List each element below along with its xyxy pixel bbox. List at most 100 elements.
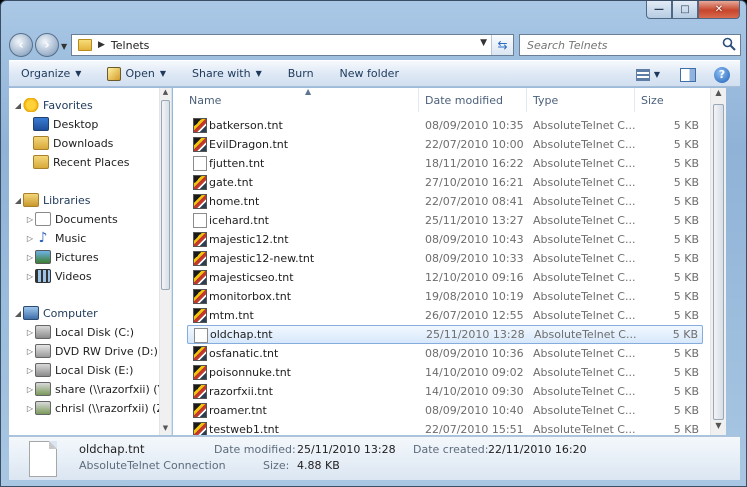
nav-dvd-drive[interactable]: ▷ DVD RW Drive (D:) Th: [25, 342, 171, 360]
expand-icon[interactable]: ◢: [13, 196, 23, 205]
nav-local-disk-c[interactable]: ▷ Local Disk (C:): [25, 323, 134, 341]
address-dropdown-icon[interactable]: ▼: [480, 38, 487, 48]
search-input[interactable]: [525, 36, 705, 54]
search-icon[interactable]: [722, 37, 736, 51]
view-options-dropdown-icon[interactable]: ▼: [654, 70, 660, 79]
nav-computer[interactable]: ◢ Computer: [13, 304, 98, 322]
file-row[interactable]: batkerson.tnt 08/09/2010 10:35 AbsoluteTel…: [187, 116, 703, 135]
expand-icon[interactable]: ▷: [25, 272, 35, 281]
telnet-file-icon: [193, 232, 207, 247]
file-type: AbsoluteTelnet C...: [533, 233, 636, 246]
nav-scrollbar-thumb[interactable]: [161, 100, 170, 290]
scroll-down-icon[interactable]: ▼: [711, 421, 726, 435]
column-type-label: Type: [533, 93, 559, 107]
nav-favorites[interactable]: ◢ Favorites: [13, 96, 93, 114]
minimize-button[interactable]: —: [646, 1, 672, 19]
expand-icon[interactable]: ▷: [25, 253, 35, 262]
address-bar[interactable]: ▶ Telnets ▼ ⇆: [71, 34, 514, 56]
nav-computer-label: Computer: [43, 306, 98, 320]
expand-icon[interactable]: ▷: [25, 215, 35, 224]
close-button[interactable]: ✕: [698, 1, 740, 19]
file-type: AbsoluteTelnet C...: [533, 423, 636, 435]
open-button[interactable]: Open ▼: [107, 66, 166, 81]
expand-icon[interactable]: ▷: [25, 385, 35, 394]
nav-pictures-label: Pictures: [55, 250, 99, 264]
expand-icon[interactable]: ▷: [25, 366, 35, 375]
file-row[interactable]: osfanatic.tnt 08/09/2010 10:36 AbsoluteTel…: [187, 344, 703, 363]
search-box[interactable]: [519, 34, 741, 56]
file-thumbnail-icon: [29, 441, 57, 477]
refresh-button[interactable]: ⇆: [491, 35, 513, 55]
organize-button[interactable]: Organize ▼: [21, 67, 81, 80]
change-view-icon[interactable]: [635, 68, 650, 81]
file-date-modified: 26/07/2010 12:55: [425, 309, 524, 322]
file-row[interactable]: testweb1.tnt 22/07/2010 15:51 AbsoluteTeln…: [187, 420, 703, 435]
nav-music[interactable]: ▷ ♪ Music: [25, 229, 86, 247]
breadcrumb-separator-icon[interactable]: ▶: [98, 40, 105, 50]
forward-button[interactable]: ›: [35, 33, 59, 57]
file-row[interactable]: majestic12.tnt 08/09/2010 10:43 AbsoluteTe…: [187, 230, 703, 249]
details-created-value: 22/11/2010 16:20: [488, 443, 587, 456]
telnet-file-icon: [193, 137, 207, 152]
nav-local-c-label: Local Disk (C:): [55, 325, 135, 339]
file-row[interactable]: poisonnuke.tnt 14/10/2010 09:02 AbsoluteTe…: [187, 363, 703, 382]
back-button[interactable]: ‹: [9, 33, 33, 57]
file-date-modified: 12/10/2010 09:16: [425, 271, 524, 284]
breadcrumb-telnets[interactable]: Telnets: [111, 39, 149, 52]
file-list-scrollbar-thumb[interactable]: [713, 104, 724, 420]
file-row[interactable]: majestic12-new.tnt 08/09/2010 10:33 Absolu…: [187, 249, 703, 268]
file-row[interactable]: home.tnt 22/07/2010 08:41 AbsoluteTelnet C…: [187, 192, 703, 211]
file-row[interactable]: fjutten.tnt 18/11/2010 16:22 AbsoluteTelne…: [187, 154, 703, 173]
column-header-type[interactable]: Type: [527, 88, 635, 112]
nav-scrollbar[interactable]: ▲ ▼: [159, 88, 171, 435]
file-list-scrollbar[interactable]: ▲ ▼: [710, 88, 726, 435]
nav-pictures[interactable]: ▷ Pictures: [25, 248, 99, 266]
file-type: AbsoluteTelnet C...: [533, 271, 636, 284]
file-row[interactable]: EvilDragon.tnt 22/07/2010 10:00 AbsoluteTe…: [187, 135, 703, 154]
nav-chrisl-z[interactable]: ▷ chrisl (\\razorfxii) (Z:): [25, 399, 171, 417]
expand-icon[interactable]: ▷: [25, 347, 35, 356]
expand-icon[interactable]: ◢: [13, 309, 23, 318]
help-button[interactable]: ?: [714, 66, 730, 83]
file-row[interactable]: roamer.tnt 08/09/2010 10:40 AbsoluteTelnet…: [187, 401, 703, 420]
nav-local-disk-e[interactable]: ▷ Local Disk (E:): [25, 361, 133, 379]
column-header-name[interactable]: Name ▲: [183, 88, 419, 112]
nav-recent-places[interactable]: Recent Places: [33, 153, 130, 171]
file-row[interactable]: icehard.tnt 25/11/2010 13:27 AbsoluteTelne…: [187, 211, 703, 230]
nav-desktop[interactable]: Desktop: [33, 115, 98, 133]
scroll-up-icon[interactable]: ▲: [711, 88, 726, 102]
file-date-modified: 27/10/2010 16:21: [425, 176, 524, 189]
file-row[interactable]: majesticseo.tnt 12/10/2010 09:16 AbsoluteT…: [187, 268, 703, 287]
scroll-up-icon[interactable]: ▲: [160, 88, 171, 99]
file-row[interactable]: razorfxii.tnt 14/10/2010 09:30 AbsoluteTel…: [187, 382, 703, 401]
scroll-down-icon[interactable]: ▼: [160, 424, 171, 435]
nav-videos[interactable]: ▷ Videos: [25, 267, 92, 285]
file-row[interactable]: monitorbox.tnt 19/08/2010 10:19 AbsoluteTe…: [187, 287, 703, 306]
file-row[interactable]: gate.tnt 27/10/2010 16:21 AbsoluteTelnet C…: [187, 173, 703, 192]
expand-icon[interactable]: ▷: [25, 328, 35, 337]
column-header-size[interactable]: Size: [635, 88, 710, 112]
nav-share-y[interactable]: ▷ share (\\razorfxii) (Y:): [25, 380, 171, 398]
column-name-label: Name: [189, 93, 222, 107]
column-header-date[interactable]: Date modified: [419, 88, 527, 112]
documents-icon: [35, 212, 51, 226]
nav-documents[interactable]: ▷ Documents: [25, 210, 118, 228]
nav-downloads[interactable]: Downloads: [33, 134, 113, 152]
expand-icon[interactable]: ▷: [25, 234, 35, 243]
recent-pages-dropdown[interactable]: ▼: [61, 42, 67, 51]
new-folder-button[interactable]: New folder: [340, 67, 399, 80]
nav-libraries[interactable]: ◢ Libraries: [13, 191, 91, 209]
file-size: 5 KB: [673, 309, 699, 322]
burn-button[interactable]: Burn: [288, 67, 314, 80]
share-with-button[interactable]: Share with ▼: [192, 67, 262, 80]
expand-icon[interactable]: ◢: [13, 101, 23, 110]
maximize-button[interactable]: □: [672, 1, 698, 19]
telnet-file-icon: [193, 365, 207, 380]
explorer-window: — □ ✕ ‹ › ▼ ▶ Telnets ▼ ⇆ Organize ▼ Open…: [0, 0, 747, 487]
nav-local-e-label: Local Disk (E:): [55, 363, 134, 377]
file-size: 5 KB: [673, 119, 699, 132]
file-row[interactable]: mtm.tnt 26/07/2010 12:55 AbsoluteTelnet C.…: [187, 306, 703, 325]
file-row[interactable]: oldchap.tnt 25/11/2010 13:28 AbsoluteTelne…: [187, 325, 703, 344]
preview-pane-button[interactable]: [680, 67, 696, 82]
expand-icon[interactable]: ▷: [25, 404, 35, 413]
